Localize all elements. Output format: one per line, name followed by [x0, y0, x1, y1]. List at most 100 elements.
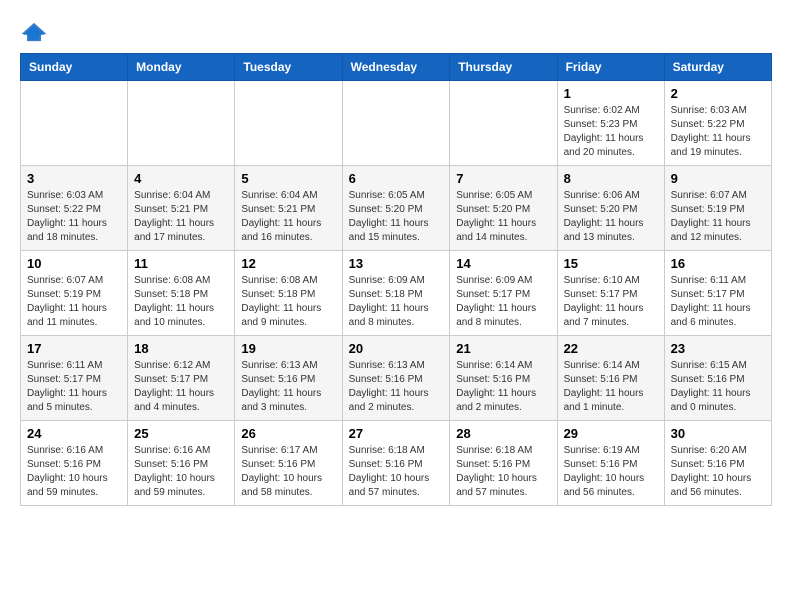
- day-number: 16: [671, 256, 765, 271]
- day-info: Sunrise: 6:05 AM Sunset: 5:20 PM Dayligh…: [349, 189, 444, 245]
- day-number: 29: [564, 426, 658, 441]
- calendar-cell: 7 Sunrise: 6:05 AM Sunset: 5:20 PM Daylig…: [450, 166, 557, 251]
- day-header-sunday: Sunday: [21, 54, 128, 81]
- day-info: Sunrise: 6:13 AM Sunset: 5:16 PM Dayligh…: [241, 359, 335, 415]
- day-info: Sunrise: 6:02 AM Sunset: 5:23 PM Dayligh…: [564, 104, 658, 160]
- calendar-header-row: SundayMondayTuesdayWednesdayThursdayFrid…: [21, 54, 772, 81]
- day-info: Sunrise: 6:03 AM Sunset: 5:22 PM Dayligh…: [27, 189, 121, 245]
- calendar-cell: 30Sunrise: 6:20 AM Sunset: 5:16 PM Dayli…: [664, 421, 771, 506]
- calendar-cell: 18 Sunrise: 6:12 AM Sunset: 5:17 PM Dayli…: [128, 336, 235, 421]
- day-number: 7: [456, 171, 550, 186]
- day-number: 22: [564, 341, 658, 356]
- day-number: 14: [456, 256, 550, 271]
- calendar-cell: 29 Sunrise: 6:19 AM Sunset: 5:16 PM Dayli…: [557, 421, 664, 506]
- calendar-cell: 20 Sunrise: 6:13 AM Sunset: 5:16 PM Dayli…: [342, 336, 450, 421]
- day-number: 15: [564, 256, 658, 271]
- day-info: Sunrise: 6:19 AM Sunset: 5:16 PM Dayligh…: [564, 444, 658, 500]
- calendar-week-1: 1 Sunrise: 6:02 AM Sunset: 5:23 PM Daylig…: [21, 81, 772, 166]
- day-number: 21: [456, 341, 550, 356]
- calendar-cell: [342, 81, 450, 166]
- calendar-cell: 4 Sunrise: 6:04 AM Sunset: 5:21 PM Daylig…: [128, 166, 235, 251]
- calendar-cell: 14 Sunrise: 6:09 AM Sunset: 5:17 PM Dayli…: [450, 251, 557, 336]
- calendar-cell: [128, 81, 235, 166]
- calendar-cell: [235, 81, 342, 166]
- logo: [20, 20, 52, 43]
- day-info: Sunrise: 6:17 AM Sunset: 5:16 PM Dayligh…: [241, 444, 335, 500]
- day-number: 8: [564, 171, 658, 186]
- day-number: 13: [349, 256, 444, 271]
- day-header-friday: Friday: [557, 54, 664, 81]
- day-number: 5: [241, 171, 335, 186]
- calendar-week-2: 3 Sunrise: 6:03 AM Sunset: 5:22 PM Daylig…: [21, 166, 772, 251]
- calendar-cell: 23 Sunrise: 6:15 AM Sunset: 5:16 PM Dayli…: [664, 336, 771, 421]
- day-number: 1: [564, 86, 658, 101]
- calendar-cell: 11 Sunrise: 6:08 AM Sunset: 5:18 PM Dayli…: [128, 251, 235, 336]
- day-number: 27: [349, 426, 444, 441]
- calendar-cell: 21Sunrise: 6:14 AM Sunset: 5:16 PM Dayli…: [450, 336, 557, 421]
- calendar-cell: [21, 81, 128, 166]
- day-number: 11: [134, 256, 228, 271]
- calendar-week-4: 17 Sunrise: 6:11 AM Sunset: 5:17 PM Dayli…: [21, 336, 772, 421]
- day-info: Sunrise: 6:08 AM Sunset: 5:18 PM Dayligh…: [134, 274, 228, 330]
- day-number: 4: [134, 171, 228, 186]
- calendar-cell: 10 Sunrise: 6:07 AM Sunset: 5:19 PM Dayli…: [21, 251, 128, 336]
- calendar-cell: 3 Sunrise: 6:03 AM Sunset: 5:22 PM Daylig…: [21, 166, 128, 251]
- calendar-cell: 13 Sunrise: 6:09 AM Sunset: 5:18 PM Dayli…: [342, 251, 450, 336]
- calendar-cell: 19 Sunrise: 6:13 AM Sunset: 5:16 PM Dayli…: [235, 336, 342, 421]
- calendar-cell: 26 Sunrise: 6:17 AM Sunset: 5:16 PM Dayli…: [235, 421, 342, 506]
- logo-icon: [20, 21, 48, 43]
- day-number: 25: [134, 426, 228, 441]
- day-number: 9: [671, 171, 765, 186]
- day-number: 10: [27, 256, 121, 271]
- day-header-thursday: Thursday: [450, 54, 557, 81]
- day-info: Sunrise: 6:05 AM Sunset: 5:20 PM Dayligh…: [456, 189, 550, 245]
- day-number: 23: [671, 341, 765, 356]
- day-info: Sunrise: 6:15 AM Sunset: 5:16 PM Dayligh…: [671, 359, 765, 415]
- calendar-cell: 28Sunrise: 6:18 AM Sunset: 5:16 PM Dayli…: [450, 421, 557, 506]
- calendar-cell: 1 Sunrise: 6:02 AM Sunset: 5:23 PM Daylig…: [557, 81, 664, 166]
- day-info: Sunrise: 6:04 AM Sunset: 5:21 PM Dayligh…: [134, 189, 228, 245]
- calendar-cell: 27 Sunrise: 6:18 AM Sunset: 5:16 PM Dayli…: [342, 421, 450, 506]
- calendar-cell: [450, 81, 557, 166]
- day-info: Sunrise: 6:09 AM Sunset: 5:17 PM Dayligh…: [456, 274, 550, 330]
- day-info: Sunrise: 6:03 AM Sunset: 5:22 PM Dayligh…: [671, 104, 765, 160]
- day-info: Sunrise: 6:16 AM Sunset: 5:16 PM Dayligh…: [134, 444, 228, 500]
- day-number: 26: [241, 426, 335, 441]
- calendar-week-3: 10 Sunrise: 6:07 AM Sunset: 5:19 PM Dayli…: [21, 251, 772, 336]
- day-number: 3: [27, 171, 121, 186]
- day-number: 19: [241, 341, 335, 356]
- day-info: Sunrise: 6:06 AM Sunset: 5:20 PM Dayligh…: [564, 189, 658, 245]
- day-number: 17: [27, 341, 121, 356]
- day-info: Sunrise: 6:14 AM Sunset: 5:16 PM Dayligh…: [564, 359, 658, 415]
- day-info: Sunrise: 6:11 AM Sunset: 5:17 PM Dayligh…: [671, 274, 765, 330]
- day-info: Sunrise: 6:04 AM Sunset: 5:21 PM Dayligh…: [241, 189, 335, 245]
- calendar-cell: 6Sunrise: 6:05 AM Sunset: 5:20 PM Daylig…: [342, 166, 450, 251]
- day-info: Sunrise: 6:18 AM Sunset: 5:16 PM Dayligh…: [456, 444, 550, 500]
- day-info: Sunrise: 6:12 AM Sunset: 5:17 PM Dayligh…: [134, 359, 228, 415]
- calendar-cell: 5 Sunrise: 6:04 AM Sunset: 5:21 PM Daylig…: [235, 166, 342, 251]
- day-info: Sunrise: 6:16 AM Sunset: 5:16 PM Dayligh…: [27, 444, 121, 500]
- day-info: Sunrise: 6:13 AM Sunset: 5:16 PM Dayligh…: [349, 359, 444, 415]
- calendar-table: SundayMondayTuesdayWednesdayThursdayFrid…: [20, 53, 772, 506]
- calendar-week-5: 24 Sunrise: 6:16 AM Sunset: 5:16 PM Dayli…: [21, 421, 772, 506]
- day-info: Sunrise: 6:18 AM Sunset: 5:16 PM Dayligh…: [349, 444, 444, 500]
- calendar-cell: 12Sunrise: 6:08 AM Sunset: 5:18 PM Dayli…: [235, 251, 342, 336]
- calendar-cell: 8 Sunrise: 6:06 AM Sunset: 5:20 PM Daylig…: [557, 166, 664, 251]
- day-info: Sunrise: 6:07 AM Sunset: 5:19 PM Dayligh…: [671, 189, 765, 245]
- calendar-cell: 17 Sunrise: 6:11 AM Sunset: 5:17 PM Dayli…: [21, 336, 128, 421]
- day-header-tuesday: Tuesday: [235, 54, 342, 81]
- day-header-saturday: Saturday: [664, 54, 771, 81]
- day-number: 20: [349, 341, 444, 356]
- calendar-cell: 25 Sunrise: 6:16 AM Sunset: 5:16 PM Dayli…: [128, 421, 235, 506]
- day-info: Sunrise: 6:07 AM Sunset: 5:19 PM Dayligh…: [27, 274, 121, 330]
- day-number: 30: [671, 426, 765, 441]
- calendar-cell: 16 Sunrise: 6:11 AM Sunset: 5:17 PM Dayli…: [664, 251, 771, 336]
- day-number: 2: [671, 86, 765, 101]
- day-info: Sunrise: 6:11 AM Sunset: 5:17 PM Dayligh…: [27, 359, 121, 415]
- day-number: 24: [27, 426, 121, 441]
- day-number: 18: [134, 341, 228, 356]
- calendar-cell: 22 Sunrise: 6:14 AM Sunset: 5:16 PM Dayli…: [557, 336, 664, 421]
- day-info: Sunrise: 6:08 AM Sunset: 5:18 PM Dayligh…: [241, 274, 335, 330]
- day-info: Sunrise: 6:09 AM Sunset: 5:18 PM Dayligh…: [349, 274, 444, 330]
- day-header-wednesday: Wednesday: [342, 54, 450, 81]
